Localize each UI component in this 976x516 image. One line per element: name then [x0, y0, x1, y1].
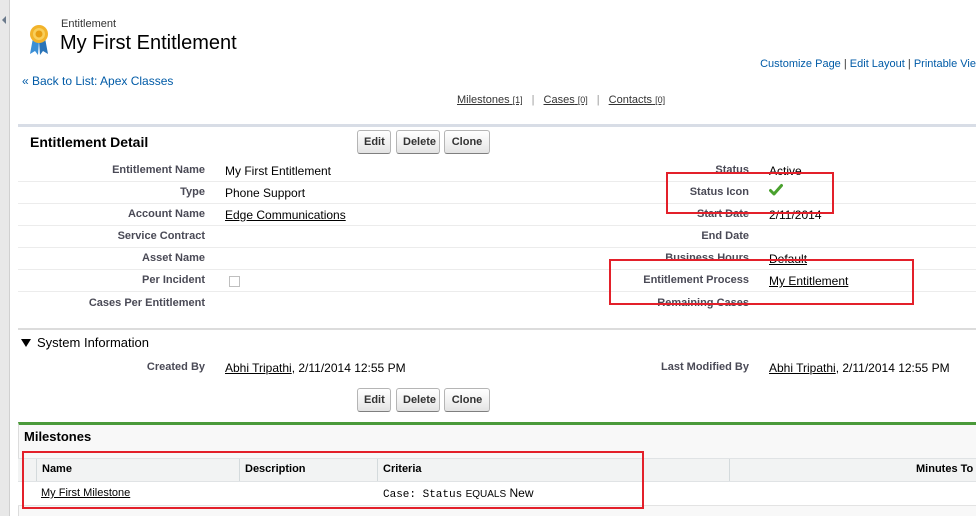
edit-button-bottom[interactable]: Edit [357, 388, 391, 412]
column-divider [239, 459, 240, 481]
column-header-name[interactable]: Name [42, 463, 72, 475]
field-value-type: Phone Support [225, 186, 306, 200]
customize-page-link[interactable]: Customize Page [760, 58, 841, 70]
column-header-criteria[interactable]: Criteria [383, 463, 422, 475]
related-list-links: Milestones [1] | Cases [0] | Contacts [0] [457, 94, 666, 106]
back-to-list-link[interactable]: « Back to List: Apex Classes [22, 74, 173, 88]
printable-view-link[interactable]: Printable Vie [914, 58, 976, 70]
column-divider [377, 459, 378, 481]
related-link-cases[interactable]: Cases [0] [544, 94, 588, 106]
field-value-entitlement-name: My First Entitlement [225, 164, 332, 178]
sidebar-collapse-strip[interactable] [0, 0, 10, 516]
field-label-account-name: Account Name [127, 208, 205, 220]
edit-button[interactable]: Edit [357, 130, 391, 154]
column-divider [729, 459, 730, 481]
row-divider [18, 269, 976, 270]
page-title: My First Entitlement [60, 32, 237, 54]
edit-layout-link[interactable]: Edit Layout [850, 58, 905, 70]
field-label-start-date: Start Date [697, 208, 749, 220]
field-label-service-contract: Service Contract [117, 230, 205, 242]
system-information-title: System Information [37, 335, 149, 350]
collapse-arrow-icon[interactable] [2, 16, 6, 24]
field-label-created-by: Created By [146, 361, 205, 373]
field-label-status-icon: Status Icon [689, 186, 749, 198]
field-value-start-date: 2/11/2014 [769, 208, 822, 222]
row-divider [18, 247, 976, 248]
column-divider [36, 459, 37, 481]
field-label-status: Status [715, 164, 749, 176]
entitlement-ribbon-icon [30, 25, 48, 55]
breadcrumb: « Back to List: Apex Classes [22, 74, 173, 88]
column-header-minutes-to[interactable]: Minutes To [916, 463, 973, 475]
field-value-last-modified-by: Abhi Tripathi, 2/11/2014 12:55 PM [769, 361, 950, 375]
milestone-name-cell: My First Milestone [41, 487, 130, 499]
object-label: Entitlement [61, 18, 117, 30]
delete-button[interactable]: Delete [396, 130, 440, 154]
milestones-table-header [18, 458, 976, 482]
created-by-user-link[interactable]: Abhi Tripathi [225, 361, 292, 375]
business-hours-link[interactable]: Default [769, 252, 807, 266]
field-label-end-date: End Date [701, 230, 749, 242]
field-label-entitlement-name: Entitlement Name [112, 164, 205, 176]
field-value-account-name: Edge Communications [225, 208, 346, 222]
related-link-milestones[interactable]: Milestones [1] [457, 94, 523, 106]
green-check-icon [769, 184, 783, 196]
account-link[interactable]: Edge Communications [225, 208, 346, 222]
milestone-criteria-cell: Case: Status EQUALS New [383, 486, 534, 501]
field-label-per-incident: Per Incident [142, 274, 205, 286]
field-value-business-hours: Default [769, 252, 807, 266]
field-label-business-hours: Business Hours [665, 252, 749, 264]
row-divider [18, 291, 976, 292]
milestone-link[interactable]: My First Milestone [41, 487, 130, 499]
field-label-last-modified-by: Last Modified By [660, 361, 749, 373]
section-title: Entitlement Detail [30, 134, 149, 150]
related-link-contacts[interactable]: Contacts [0] [609, 94, 666, 106]
column-header-description[interactable]: Description [245, 463, 306, 475]
clone-button[interactable]: Clone [444, 130, 490, 154]
clone-button-bottom[interactable]: Clone [444, 388, 490, 412]
collapse-triangle-icon[interactable] [21, 339, 31, 347]
row-divider [18, 181, 976, 182]
row-divider [18, 225, 976, 226]
field-value-entitlement-process: My Entitlement [769, 274, 848, 288]
field-label-asset-name: Asset Name [142, 252, 205, 264]
modified-by-user-link[interactable]: Abhi Tripathi [769, 361, 836, 375]
field-label-remaining-cases: Remaining Cases [657, 297, 749, 309]
milestones-title: Milestones [24, 429, 92, 444]
page-utility-links: Customize Page | Edit Layout | Printable… [760, 58, 976, 70]
field-label-type: Type [180, 186, 205, 198]
field-value-created-by: Abhi Tripathi, 2/11/2014 12:55 PM [225, 361, 406, 375]
per-incident-checkbox [229, 276, 240, 287]
row-divider [18, 203, 976, 204]
delete-button-bottom[interactable]: Delete [396, 388, 440, 412]
field-label-entitlement-process: Entitlement Process [643, 274, 749, 286]
field-value-status: Active [769, 164, 802, 178]
entitlement-process-link[interactable]: My Entitlement [769, 274, 848, 288]
field-label-cases-per-entitlement: Cases Per Entitlement [88, 297, 205, 309]
